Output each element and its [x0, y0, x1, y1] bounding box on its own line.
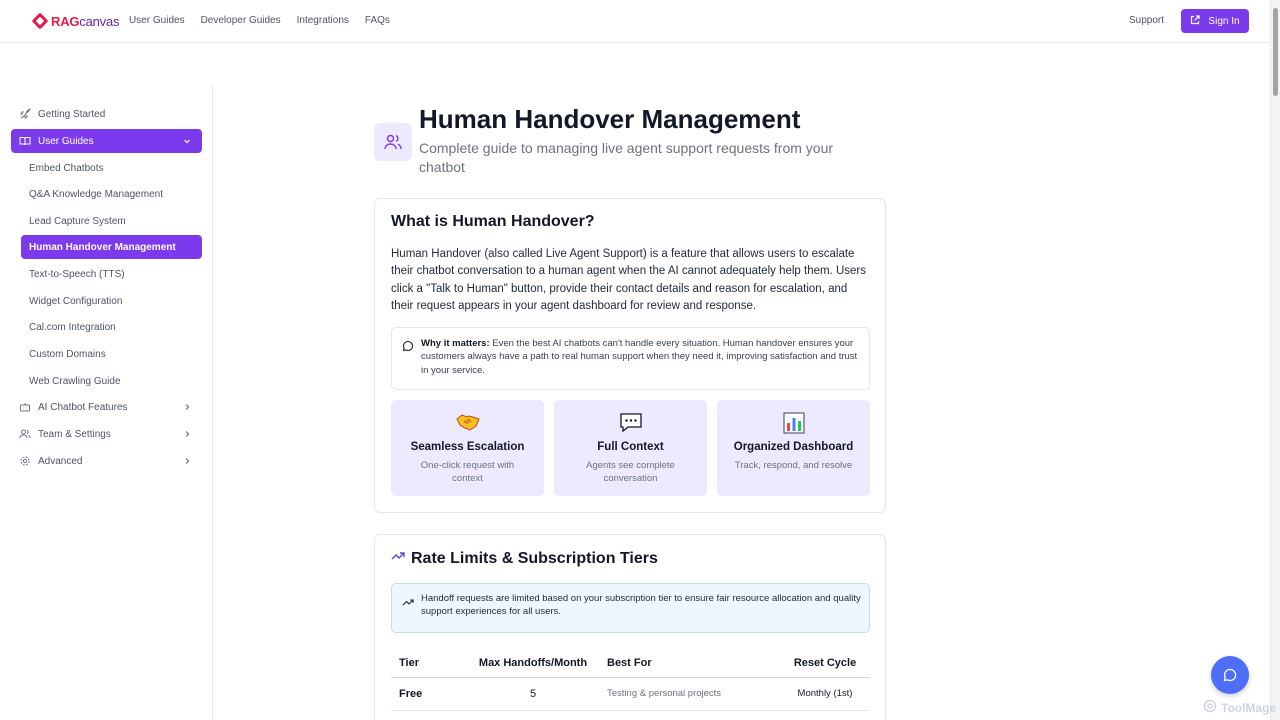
sign-in-label: Sign In: [1208, 15, 1240, 27]
feature-card-seamless-escalation: Seamless Escalation One-click request wi…: [391, 400, 544, 496]
sidebar-item-team-settings[interactable]: Team & Settings: [11, 422, 202, 446]
users-icon: [19, 428, 31, 440]
page-title: Human Handover Management: [419, 104, 801, 134]
sidebar-item-ai-chatbot-features[interactable]: AI Chatbot Features: [11, 395, 202, 419]
header-reset-cycle: Reset Cycle: [780, 649, 870, 678]
sign-in-button[interactable]: Sign In: [1181, 9, 1249, 33]
chevron-right-icon: [181, 401, 193, 413]
feature-desc: Agents see complete conversation: [586, 460, 675, 484]
rate-limits-info: Handoff requests are limited based on yo…: [391, 583, 870, 633]
sidebar-item-custom-domains[interactable]: Custom Domains: [21, 342, 202, 366]
table-row: Free 5 Testing & personal projects Month…: [391, 677, 870, 711]
scrollbar-thumb[interactable]: [1273, 8, 1278, 96]
feature-desc: One-click request with context: [420, 460, 515, 484]
feature-name: Full Context: [597, 441, 664, 453]
section-title: What is Human Handover?: [391, 213, 595, 230]
sidebar-item-getting-started[interactable]: Getting Started: [11, 102, 202, 126]
cell-max: 5: [463, 677, 603, 711]
section-title: Rate Limits & Subscription Tiers: [391, 549, 658, 568]
sidebar-item-qa-knowledge[interactable]: Q&A Knowledge Management: [21, 182, 202, 206]
sidebar-item-embed-chatbots[interactable]: Embed Chatbots: [21, 156, 202, 180]
logo-text-canvas: canvas: [79, 13, 120, 29]
nav-faqs[interactable]: FAQs: [365, 15, 390, 26]
section-body: Human Handover (also called Live Agent S…: [391, 248, 866, 313]
sidebar-label: Getting Started: [38, 108, 106, 120]
rocket-icon: [19, 108, 31, 120]
sidebar-item-human-handover[interactable]: Human Handover Management: [21, 235, 202, 259]
users-icon: [374, 123, 412, 161]
sidebar-item-cal-integration[interactable]: Cal.com Integration: [21, 315, 202, 339]
nav-user-guides[interactable]: User Guides: [129, 15, 185, 26]
logo-icon: [31, 12, 49, 30]
sidebar: Getting Started User Guides Embed Chatbo…: [0, 86, 213, 720]
top-navbar: RAGcanvas User Guides Developer Guides I…: [0, 0, 1270, 43]
message-circle-icon: [402, 339, 414, 352]
trending-up-icon: [391, 549, 405, 568]
table-header-row: Tier Max Handoffs/Month Best For Reset C…: [391, 649, 870, 678]
handshake-emoji-icon: [391, 412, 544, 434]
feature-name: Organized Dashboard: [733, 441, 854, 453]
bot-icon: [19, 401, 31, 413]
header-tier: Tier: [391, 649, 463, 678]
logo-text-rag: RAG: [51, 13, 80, 29]
page-subtitle: Complete guide to managing live agent su…: [419, 140, 834, 175]
logo[interactable]: RAGcanvas: [31, 12, 119, 30]
callout-bold: Why it matters:: [421, 338, 490, 349]
sidebar-label: Team & Settings: [38, 428, 111, 440]
nav-integrations[interactable]: Integrations: [297, 15, 349, 26]
watermark-text: ToolMage: [1221, 700, 1277, 715]
chevron-right-icon: [181, 455, 193, 467]
what-is-card: What is Human Handover? Human Handover (…: [374, 198, 886, 513]
sidebar-label: AI Chatbot Features: [38, 401, 128, 413]
watermark: ToolMage: [1203, 699, 1276, 716]
why-it-matters-callout: Why it matters: Even the best AI chatbot…: [391, 327, 870, 390]
main-nav: User Guides Developer Guides Integration…: [129, 15, 390, 26]
bar-chart-emoji-icon: [717, 412, 870, 434]
sidebar-item-user-guides[interactable]: User Guides: [11, 129, 202, 153]
nav-developer-guides[interactable]: Developer Guides: [201, 15, 281, 26]
sidebar-label: User Guides: [38, 135, 94, 147]
external-link-icon: [1190, 14, 1201, 28]
feature-card-full-context: Full Context Agents see complete convers…: [554, 400, 707, 496]
tier-table: Tier Max Handoffs/Month Best For Reset C…: [391, 649, 870, 711]
cell-best: Testing & personal projects: [603, 677, 780, 711]
sidebar-label: Advanced: [38, 455, 83, 467]
feature-desc: Track, respond, and resolve: [734, 460, 853, 471]
page-scrollbar[interactable]: [1270, 0, 1280, 720]
header-max-handoffs: Max Handoffs/Month: [463, 649, 603, 678]
feature-name: Seamless Escalation: [410, 441, 525, 453]
feature-card-organized-dashboard: Organized Dashboard Track, respond, and …: [717, 400, 870, 496]
cell-reset: Monthly (1st): [780, 677, 870, 711]
speech-bubble-emoji-icon: [554, 412, 707, 434]
watermark-logo-icon: [1203, 699, 1217, 716]
book-icon: [19, 135, 31, 147]
chat-widget-button[interactable]: [1211, 656, 1249, 694]
sidebar-item-tts[interactable]: Text-to-Speech (TTS): [21, 262, 202, 286]
info-text: Handoff requests are limited based on yo…: [421, 593, 861, 618]
sidebar-item-web-crawling[interactable]: Web Crawling Guide: [21, 369, 202, 393]
chevron-down-icon: [181, 135, 193, 147]
gear-icon: [19, 455, 31, 467]
rate-limits-card: Rate Limits & Subscription Tiers Handoff…: [374, 534, 886, 720]
cell-tier: Free: [391, 677, 463, 711]
chevron-right-icon: [181, 428, 193, 440]
sidebar-item-advanced[interactable]: Advanced: [11, 449, 202, 473]
rate-limits-title: Rate Limits & Subscription Tiers: [411, 549, 658, 567]
sidebar-item-lead-capture[interactable]: Lead Capture System: [21, 209, 202, 233]
trending-up-icon: [402, 595, 414, 607]
sidebar-item-widget-config[interactable]: Widget Configuration: [21, 289, 202, 313]
support-link[interactable]: Support: [1129, 15, 1164, 26]
header-best-for: Best For: [603, 649, 780, 678]
